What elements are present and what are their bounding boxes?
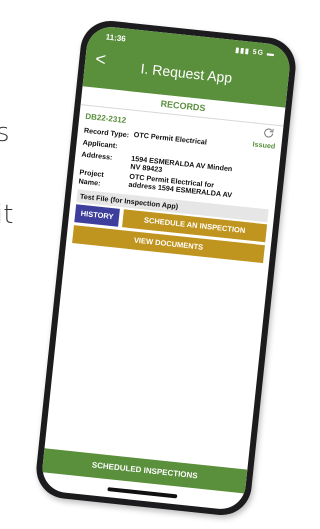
app-screen: 11:36 ▮▮▮ 5G ▬ < I. Request App RECORDS …: [40, 24, 292, 512]
status-time: 11:36: [105, 32, 127, 44]
status-badge: Issued: [252, 139, 276, 151]
history-button[interactable]: HISTORY: [74, 204, 120, 227]
status-bar: 11:36 ▮▮▮ 5G ▬: [105, 32, 275, 62]
record-id: DB22-2312: [84, 111, 127, 125]
signal-icon: ▮▮▮: [234, 47, 251, 56]
scheduled-inspections-button[interactable]: SCHEDULED INSPECTIONS: [41, 448, 248, 494]
home-indicator: [107, 487, 178, 499]
background-text-bottom: it: [0, 200, 14, 230]
background-text-top: s: [0, 118, 10, 148]
project-name-label: Project Name:: [78, 167, 105, 188]
signal-indicator: ▮▮▮ 5G ▬: [235, 46, 275, 58]
refresh-icon[interactable]: [262, 126, 275, 139]
phone-frame: 11:36 ▮▮▮ 5G ▬ < I. Request App RECORDS …: [33, 18, 299, 518]
network-label: 5G: [252, 48, 265, 58]
record-card: DB22-2312 Record Type: OTC Permit Electr…: [70, 105, 283, 223]
battery-icon: ▬: [266, 50, 276, 59]
